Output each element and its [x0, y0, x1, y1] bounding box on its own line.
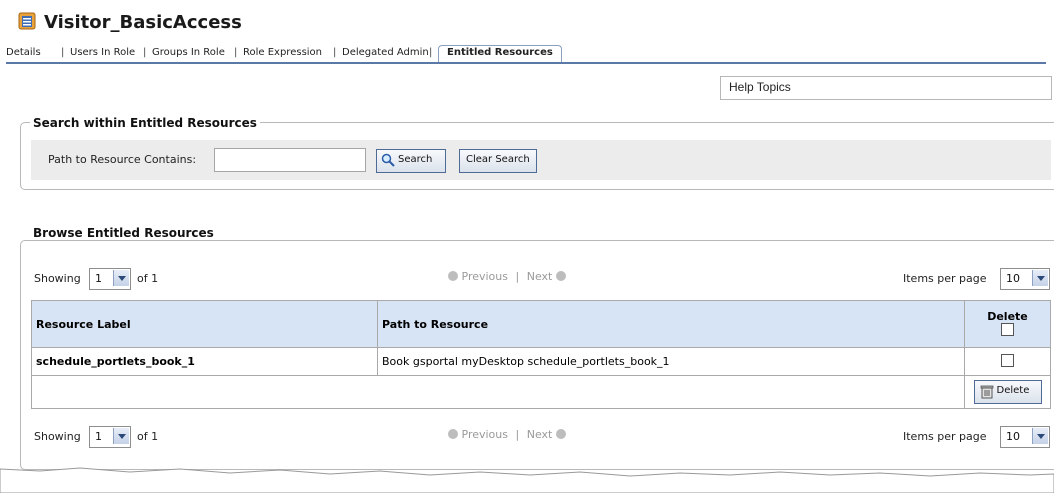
delete-button-label: Delete: [996, 385, 1030, 396]
next-link[interactable]: Next: [527, 428, 553, 441]
clear-search-button[interactable]: Clear Search: [459, 149, 537, 173]
tab-separator: |: [333, 47, 337, 58]
title-bar: Visitor_BasicAccess: [6, 6, 1050, 36]
items-per-page-select[interactable]: 10: [1000, 268, 1050, 290]
col-delete-label: Delete: [987, 309, 1028, 323]
showing-label: Showing: [34, 430, 81, 443]
page-count-label: of 1: [137, 272, 159, 285]
tab-details[interactable]: Details: [6, 47, 41, 58]
delete-button-cell: Delete: [964, 375, 1051, 409]
search-icon: [381, 153, 395, 167]
page-select[interactable]: 1: [89, 268, 131, 290]
search-button[interactable]: Search: [376, 149, 446, 173]
tab-separator: |: [143, 47, 147, 58]
items-per-page-label: Items per page: [903, 430, 987, 443]
chevron-down-icon: [113, 270, 129, 286]
resource-label-cell: schedule_portlets_book_1: [31, 347, 378, 376]
torn-edge-decoration: [0, 467, 1054, 493]
table-action-row: Delete: [31, 375, 1051, 409]
next-arrow-icon: [555, 429, 566, 439]
tab-delegated-admin[interactable]: Delegated Admin: [342, 47, 429, 58]
delete-cell: [964, 347, 1051, 376]
pager-nav: Previous | Next: [448, 428, 566, 441]
help-topics-select[interactable]: Help Topics: [720, 76, 1052, 100]
items-per-page-select[interactable]: 10: [1000, 426, 1050, 448]
path-contains-input[interactable]: [214, 148, 366, 172]
pager-separator: |: [515, 270, 520, 283]
pager-separator: |: [515, 428, 520, 441]
tab-users-in-role[interactable]: Users In Role: [70, 47, 135, 58]
search-legend: Search within Entitled Resources: [30, 116, 260, 130]
tab-underline: [6, 62, 1046, 64]
search-bar: Path to Resource Contains: Search Clear …: [31, 140, 1051, 180]
delete-button[interactable]: Delete: [973, 380, 1042, 404]
items-per-page-label: Items per page: [903, 272, 987, 285]
tab-entitled-resources[interactable]: Entitled Resources: [438, 45, 562, 63]
previous-link[interactable]: Previous: [462, 270, 509, 283]
next-link[interactable]: Next: [527, 270, 553, 283]
showing-label: Showing: [34, 272, 81, 285]
previous-arrow-icon: [448, 429, 458, 439]
path-contains-label: Path to Resource Contains:: [48, 153, 197, 166]
page-select[interactable]: 1: [89, 426, 131, 448]
pager-nav: Previous | Next: [448, 270, 566, 283]
col-path-to-resource: Path to Resource: [377, 300, 965, 348]
col-resource-label: Resource Label: [31, 300, 378, 348]
trash-icon: [980, 385, 993, 399]
empty-action-cell: [31, 375, 965, 409]
tab-separator: |: [61, 47, 65, 58]
col-delete: Delete: [964, 300, 1051, 348]
entitled-resources-page: Visitor_BasicAccess Details | Users In R…: [0, 0, 1054, 493]
previous-arrow-icon: [448, 271, 458, 281]
help-topics-label: Help Topics: [729, 80, 791, 94]
tab-separator: |: [234, 47, 238, 58]
page-count-label: of 1: [137, 430, 159, 443]
page-select-value: 1: [95, 430, 102, 443]
next-arrow-icon: [555, 271, 566, 281]
search-button-label: Search: [398, 154, 433, 165]
table-header-row: Resource Label Path to Resource Delete: [31, 300, 1051, 348]
items-per-page-value: 10: [1006, 272, 1020, 285]
page-select-value: 1: [95, 272, 102, 285]
chevron-down-icon: [1032, 428, 1048, 444]
page-title: Visitor_BasicAccess: [44, 12, 242, 33]
tab-bar: Details | Users In Role | Groups In Role…: [6, 45, 1046, 63]
select-all-checkbox[interactable]: [1001, 322, 1014, 336]
previous-link[interactable]: Previous: [462, 428, 509, 441]
browse-legend: Browse Entitled Resources: [30, 226, 217, 240]
resources-table: Resource Label Path to Resource Delete s…: [31, 300, 1051, 409]
resource-path-cell: Book gsportal myDesktop schedule_portlet…: [377, 347, 965, 376]
items-per-page-value: 10: [1006, 430, 1020, 443]
chevron-down-icon: [1032, 270, 1048, 286]
chevron-down-icon: [113, 428, 129, 444]
tab-separator: |: [429, 47, 433, 58]
tab-role-expression[interactable]: Role Expression: [243, 47, 322, 58]
tab-groups-in-role[interactable]: Groups In Role: [152, 47, 225, 58]
clear-search-label: Clear Search: [466, 154, 530, 165]
table-row: schedule_portlets_book_1 Book gsportal m…: [31, 347, 1051, 376]
role-icon: [18, 12, 36, 30]
row-delete-checkbox[interactable]: [1001, 353, 1014, 367]
